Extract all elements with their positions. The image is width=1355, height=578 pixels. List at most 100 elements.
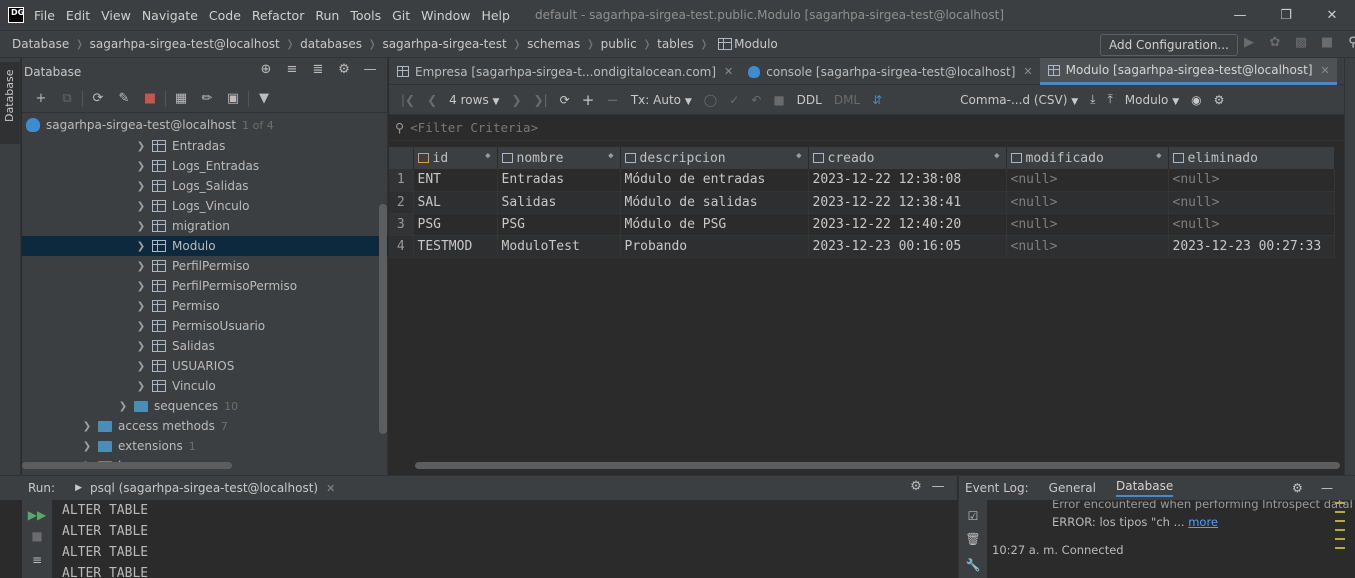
cell-modificado[interactable]: <null> bbox=[1006, 235, 1169, 258]
cell-creado[interactable]: 2023-12-22 12:38:41 bbox=[808, 191, 1007, 214]
table-view-icon[interactable]: ▦ bbox=[168, 91, 194, 106]
breadcrumb-db[interactable]: sagarhpa-sirgea-test bbox=[382, 37, 506, 51]
tab-database[interactable]: Database bbox=[1115, 479, 1174, 497]
collapse-all-icon[interactable]: ≣ bbox=[305, 62, 331, 77]
chevron-right-icon[interactable]: ❯ bbox=[134, 141, 148, 152]
cell-creado[interactable]: 2023-12-23 00:16:05 bbox=[808, 235, 1007, 258]
table-selector[interactable]: Modulo ▼ bbox=[1125, 93, 1179, 107]
edit-icon[interactable]: ✏ bbox=[194, 91, 220, 106]
tree-table-usuarios[interactable]: ❯ USUARIOS bbox=[22, 356, 388, 376]
breadcrumb-database[interactable]: Database bbox=[12, 37, 69, 51]
tree-table-permisousuario[interactable]: ❯ PermisoUsuario bbox=[22, 316, 388, 336]
tree-table-logs-vinculo[interactable]: ❯ Logs_Vinculo bbox=[22, 196, 388, 216]
more-link[interactable]: more bbox=[1188, 515, 1218, 529]
sort-icon[interactable]: ◆ bbox=[485, 151, 490, 161]
filter-bar[interactable]: ⚲ <Filter Criteria> bbox=[389, 115, 1344, 141]
run-tab-psql[interactable]: ▶ psql (sagarhpa-sirgea-test@localhost) … bbox=[75, 481, 335, 495]
locate-icon[interactable]: ⊕ bbox=[253, 62, 279, 77]
menu-git[interactable]: Git bbox=[392, 8, 410, 23]
cell-id[interactable]: PSG bbox=[413, 213, 498, 236]
table-row[interactable]: 4 TESTMOD ModuloTest Probando 2023-12-23… bbox=[389, 235, 1335, 258]
tree-table-vinculo[interactable]: ❯ Vinculo bbox=[22, 376, 388, 396]
refresh-icon[interactable]: ⟳ bbox=[560, 93, 570, 107]
column-header-descripcion[interactable]: descripcion ◆ bbox=[620, 147, 809, 169]
menu-run[interactable]: Run bbox=[315, 8, 339, 23]
cell-nombre[interactable]: ModuloTest bbox=[497, 235, 621, 258]
cell-eliminado[interactable]: <null> bbox=[1168, 213, 1335, 236]
next-page-icon[interactable]: ❯ bbox=[511, 93, 521, 107]
row-number[interactable]: 4 bbox=[389, 235, 414, 258]
minimize-icon[interactable]: — bbox=[1217, 8, 1263, 23]
edit-schema-icon[interactable]: ✎ bbox=[111, 91, 137, 106]
tab-empresa[interactable]: Empresa [sagarhpa-sirgea-t...ondigitaloc… bbox=[389, 58, 740, 85]
cell-descripcion[interactable]: Módulo de entradas bbox=[620, 169, 809, 192]
coverage-icon[interactable]: ▩ bbox=[1288, 35, 1314, 50]
hide-icon[interactable]: — bbox=[1321, 481, 1333, 495]
dml-button[interactable]: DML bbox=[834, 93, 860, 107]
gear-icon[interactable]: ⚙ bbox=[905, 479, 927, 494]
chevron-right-icon[interactable]: ❯ bbox=[134, 241, 148, 252]
row-number[interactable]: 2 bbox=[389, 191, 414, 214]
cell-descripcion[interactable]: Módulo de salidas bbox=[620, 191, 809, 214]
chevron-right-icon[interactable]: ❯ bbox=[134, 341, 148, 352]
tab-general[interactable]: General bbox=[1049, 481, 1096, 495]
sort-icon[interactable]: ◆ bbox=[608, 151, 613, 161]
delete-row-icon[interactable]: − bbox=[606, 91, 619, 109]
column-header-eliminado[interactable]: eliminado bbox=[1168, 147, 1335, 169]
row-number[interactable]: 1 bbox=[389, 169, 414, 192]
column-header-nombre[interactable]: nombre ◆ bbox=[497, 147, 621, 169]
cell-modificado[interactable]: <null> bbox=[1006, 169, 1169, 192]
sql-console-icon[interactable]: ▣ bbox=[220, 91, 246, 106]
refresh-icon[interactable]: ⟳ bbox=[85, 91, 111, 106]
breadcrumb-databases[interactable]: databases bbox=[300, 37, 362, 51]
chevron-right-icon[interactable]: ❯ bbox=[134, 161, 148, 172]
restore-icon[interactable]: ❐ bbox=[1263, 8, 1309, 23]
gear-icon[interactable]: ⚙ bbox=[1292, 481, 1303, 495]
tree-table-entradas[interactable]: ❯ Entradas bbox=[22, 136, 388, 156]
menu-file[interactable]: File bbox=[34, 8, 55, 23]
chevron-right-icon[interactable]: ❯ bbox=[134, 221, 148, 232]
commit-icon[interactable]: ✓ bbox=[729, 93, 739, 107]
rerun-icon[interactable]: ▶▶ bbox=[22, 500, 52, 524]
compare-icon[interactable]: ⇵ bbox=[872, 93, 882, 107]
menu-window[interactable]: Window bbox=[421, 8, 470, 23]
wrench-icon[interactable]: 🔧 bbox=[959, 552, 987, 578]
gear-icon[interactable]: ⚙ bbox=[331, 62, 357, 77]
copy-icon[interactable]: ⧉ bbox=[54, 91, 80, 106]
tree-connection[interactable]: sagarhpa-sirgea-test@localhost 1 of 4 bbox=[22, 114, 388, 136]
menu-help[interactable]: Help bbox=[481, 8, 510, 23]
column-header-id[interactable]: id ◆ bbox=[413, 147, 498, 169]
hide-icon[interactable]: — bbox=[357, 62, 383, 77]
cell-nombre[interactable]: PSG bbox=[497, 213, 621, 236]
chevron-right-icon[interactable]: ❯ bbox=[134, 361, 148, 372]
chevron-right-icon[interactable]: ❯ bbox=[134, 381, 148, 392]
close-icon[interactable]: ✕ bbox=[1309, 8, 1355, 23]
cell-id[interactable]: SAL bbox=[413, 191, 498, 214]
database-tool-tab[interactable]: Database bbox=[0, 62, 21, 144]
tree-table-modulo[interactable]: ❯ Modulo bbox=[22, 236, 388, 256]
menu-tools[interactable]: Tools bbox=[350, 8, 381, 23]
column-header-modificado[interactable]: modificado ◆ bbox=[1006, 147, 1169, 169]
menu-edit[interactable]: Edit bbox=[66, 8, 90, 23]
chevron-right-icon[interactable]: ❯ bbox=[134, 261, 148, 272]
menu-view[interactable]: View bbox=[101, 8, 131, 23]
cell-id[interactable]: ENT bbox=[413, 169, 498, 192]
chevron-right-icon[interactable]: ❯ bbox=[134, 301, 148, 312]
cell-eliminado[interactable]: 2023-12-23 00:27:33 bbox=[1168, 235, 1335, 258]
soft-wrap-icon[interactable]: ≡ bbox=[22, 548, 52, 572]
search-icon[interactable]: ⚲ bbox=[1340, 35, 1355, 50]
add-row-icon[interactable]: + bbox=[582, 91, 595, 109]
sort-icon[interactable]: ◆ bbox=[796, 151, 801, 161]
cancel-icon[interactable]: ■ bbox=[773, 93, 784, 107]
chevron-right-icon[interactable]: ❯ bbox=[134, 321, 148, 332]
tx-mode-selector[interactable]: Tx: Auto ▼ bbox=[631, 93, 692, 107]
tree-table-migration[interactable]: ❯ migration bbox=[22, 216, 388, 236]
last-page-icon[interactable]: ❯| bbox=[534, 93, 548, 107]
rows-selector[interactable]: 4 rows ▼ bbox=[449, 93, 499, 107]
chevron-right-icon[interactable]: ❯ bbox=[116, 401, 130, 412]
cell-nombre[interactable]: Entradas bbox=[497, 169, 621, 192]
run-icon[interactable]: ▶ bbox=[1236, 35, 1262, 50]
chevron-right-icon[interactable]: ❯ bbox=[80, 441, 94, 452]
stop-icon[interactable]: ■ bbox=[22, 524, 52, 548]
table-row[interactable]: 2 SAL Salidas Módulo de salidas 2023-12-… bbox=[389, 191, 1335, 214]
